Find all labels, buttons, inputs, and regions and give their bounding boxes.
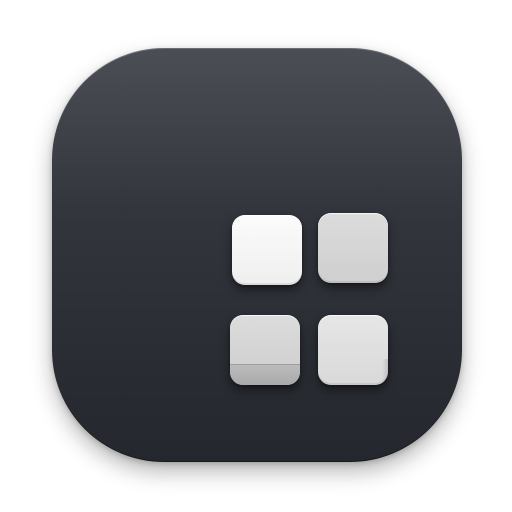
grid-tile-top-left [232, 215, 302, 285]
grid-tile-top-right [318, 213, 388, 283]
grid-tile-bottom-left [230, 315, 300, 385]
tile-bottom-band [230, 364, 300, 385]
app-icon[interactable] [52, 48, 462, 462]
grid-tile-bottom-right [318, 315, 388, 385]
tile-edge-shade [382, 359, 388, 385]
icon-canvas [0, 0, 512, 512]
